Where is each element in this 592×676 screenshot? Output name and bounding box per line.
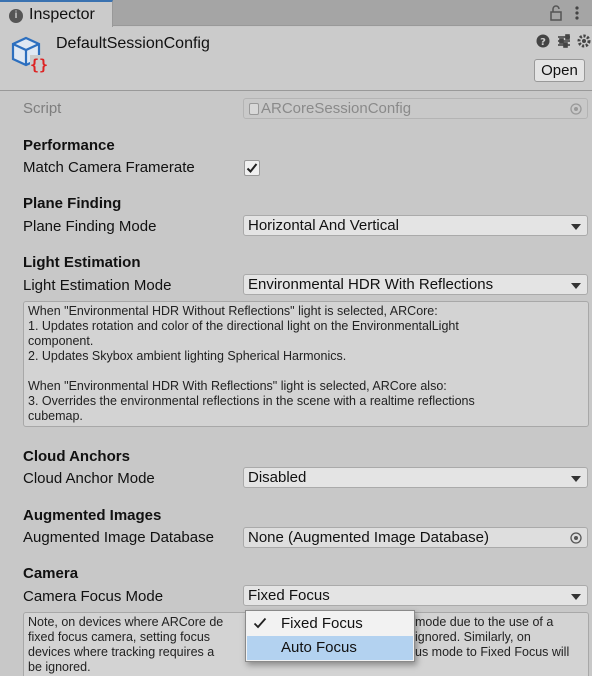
plane-finding-mode-value: Horizontal And Vertical bbox=[248, 217, 399, 234]
augmented-image-db-label: Augmented Image Database bbox=[23, 529, 214, 546]
script-field: ARCoreSessionConfig bbox=[243, 98, 588, 119]
help-line: component. bbox=[28, 334, 94, 348]
dropdown-arrow-icon bbox=[571, 594, 581, 600]
menu-item-fixed-focus[interactable]: Fixed Focus bbox=[247, 612, 413, 636]
help-line: us mode to Fixed Focus will bbox=[415, 645, 570, 659]
info-icon: i bbox=[9, 9, 23, 23]
cloud-anchor-mode-value: Disabled bbox=[248, 469, 307, 486]
open-button[interactable]: Open bbox=[534, 59, 585, 82]
help-line: cubemap. bbox=[28, 409, 83, 423]
focus-mode-menu: Fixed Focus Auto Focus bbox=[245, 610, 415, 662]
section-augmented-images: Augmented Images bbox=[23, 507, 162, 524]
light-estimation-help: When "Environmental HDR Without Reflecti… bbox=[23, 301, 589, 427]
section-camera: Camera bbox=[23, 565, 79, 582]
help-line: 2. Updates Skybox ambient lighting Spher… bbox=[28, 349, 347, 363]
gear-icon[interactable] bbox=[577, 34, 591, 48]
camera-focus-help-right: mode due to the use of a ignored. Simila… bbox=[415, 615, 569, 660]
augmented-image-db-field[interactable]: None (Augmented Image Database) bbox=[243, 527, 588, 548]
help-line: 3. Overrides the environmental reflectio… bbox=[28, 394, 475, 408]
script-label: Script bbox=[23, 100, 62, 117]
tab-bar: i Inspector bbox=[0, 0, 592, 27]
tab-inspector[interactable]: i Inspector bbox=[0, 0, 113, 27]
script-file-icon bbox=[249, 103, 259, 115]
settings-sliders-icon[interactable] bbox=[558, 34, 570, 48]
help-line: mode due to the use of a bbox=[415, 615, 554, 629]
section-performance: Performance bbox=[23, 137, 115, 154]
svg-text:{}: {} bbox=[30, 56, 48, 74]
light-estimation-mode-dropdown[interactable]: Environmental HDR With Reflections bbox=[243, 274, 588, 295]
menu-item-label: Fixed Focus bbox=[281, 615, 363, 632]
scriptable-object-icon: {} bbox=[11, 36, 48, 74]
match-framerate-checkbox[interactable] bbox=[244, 160, 260, 176]
script-value: ARCoreSessionConfig bbox=[261, 100, 412, 117]
dropdown-arrow-icon bbox=[571, 283, 581, 289]
menu-item-auto-focus[interactable]: Auto Focus bbox=[247, 636, 413, 660]
match-framerate-label: Match Camera Framerate bbox=[23, 159, 195, 176]
menu-item-label: Auto Focus bbox=[281, 639, 357, 656]
help-icon[interactable]: ? bbox=[536, 34, 550, 49]
checkmark-icon bbox=[253, 617, 267, 629]
section-cloud-anchors: Cloud Anchors bbox=[23, 448, 130, 465]
augmented-image-db-value: None (Augmented Image Database) bbox=[248, 529, 489, 546]
help-line: ignored. Similarly, on bbox=[415, 630, 531, 644]
help-line: When "Environmental HDR With Reflections… bbox=[28, 379, 447, 393]
header-icons: ? bbox=[536, 34, 591, 49]
help-line: be ignored. bbox=[28, 660, 91, 674]
light-estimation-mode-label: Light Estimation Mode bbox=[23, 277, 172, 294]
dropdown-arrow-icon bbox=[571, 476, 581, 482]
svg-text:?: ? bbox=[540, 37, 546, 48]
more-options-icon[interactable] bbox=[573, 4, 581, 22]
lock-icon[interactable] bbox=[550, 5, 562, 21]
camera-focus-mode-label: Camera Focus Mode bbox=[23, 588, 164, 605]
cloud-anchor-mode-label: Cloud Anchor Mode bbox=[23, 470, 155, 487]
asset-name: DefaultSessionConfig bbox=[56, 35, 210, 52]
dropdown-arrow-icon bbox=[571, 224, 581, 230]
checkmark-icon bbox=[246, 163, 258, 173]
plane-finding-mode-label: Plane Finding Mode bbox=[23, 218, 157, 235]
plane-finding-mode-dropdown[interactable]: Horizontal And Vertical bbox=[243, 215, 588, 236]
object-picker-icon bbox=[570, 103, 582, 115]
section-light-estimation: Light Estimation bbox=[23, 254, 141, 271]
inspector-header: {} DefaultSessionConfig ? Open bbox=[0, 27, 592, 91]
help-line: When "Environmental HDR Without Reflecti… bbox=[28, 304, 438, 318]
tab-label: Inspector bbox=[29, 6, 95, 23]
cloud-anchor-mode-dropdown[interactable]: Disabled bbox=[243, 467, 588, 488]
help-line: 1. Updates rotation and color of the dir… bbox=[28, 319, 459, 333]
camera-focus-mode-dropdown[interactable]: Fixed Focus bbox=[243, 585, 588, 606]
object-picker-icon[interactable] bbox=[570, 532, 582, 544]
light-estimation-mode-value: Environmental HDR With Reflections bbox=[248, 276, 494, 293]
camera-focus-mode-value: Fixed Focus bbox=[248, 587, 330, 604]
section-plane-finding: Plane Finding bbox=[23, 195, 122, 212]
help-line bbox=[28, 364, 584, 379]
